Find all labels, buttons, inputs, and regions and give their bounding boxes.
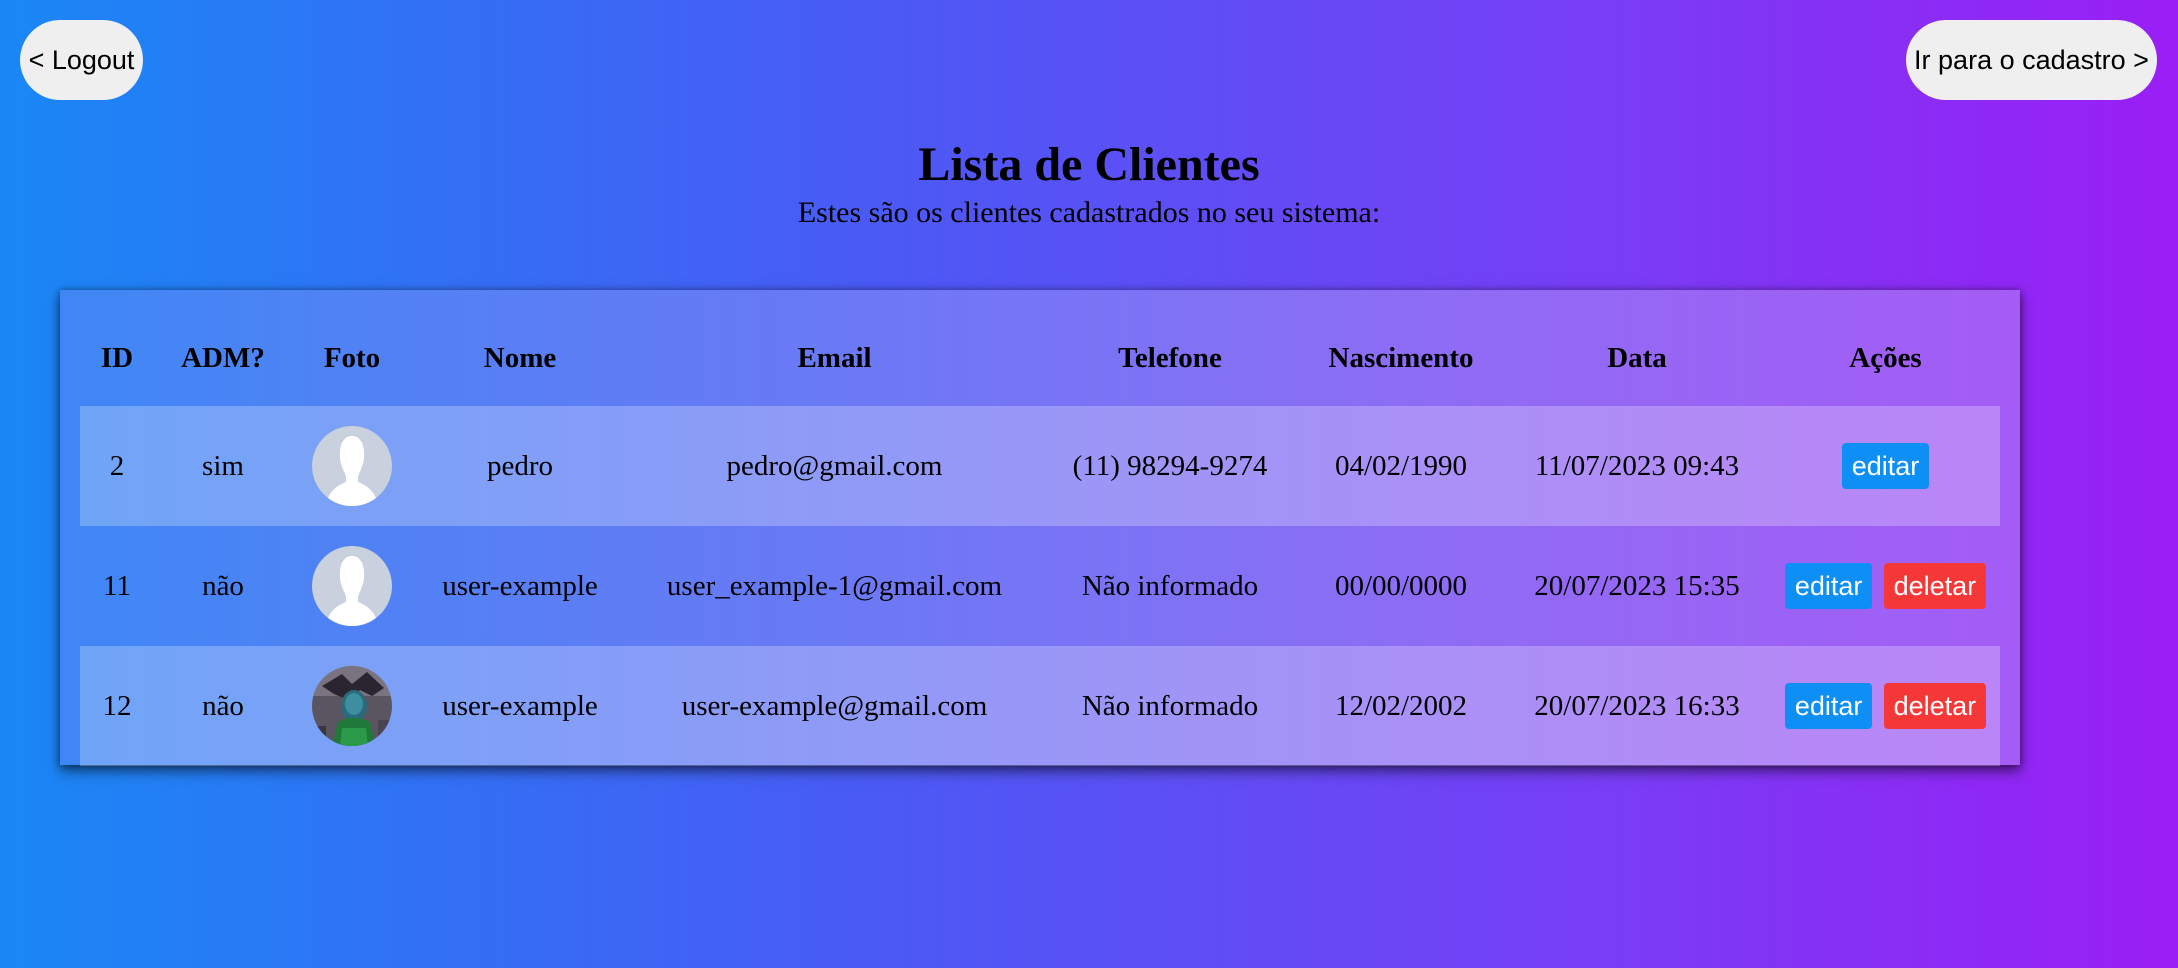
cell-foto bbox=[292, 526, 412, 646]
cell-telefone: Não informado bbox=[1041, 646, 1299, 766]
table-header-row: ID ADM? Foto Nome Email Telefone Nascime… bbox=[80, 310, 2000, 406]
cell-foto bbox=[292, 406, 412, 526]
header-adm: ADM? bbox=[181, 341, 265, 374]
header-data: Data bbox=[1607, 341, 1667, 374]
default-avatar-icon bbox=[312, 426, 392, 506]
cell-id: 11 bbox=[103, 569, 131, 602]
cell-id: 12 bbox=[80, 646, 154, 766]
cell-nome: user-example bbox=[442, 569, 598, 602]
clients-table-card: ID ADM? Foto Nome Email Telefone Nascime… bbox=[60, 290, 2020, 766]
user-photo-avatar bbox=[312, 666, 392, 746]
table-row: 12 não user-example user-example@gmail.c… bbox=[80, 646, 2000, 766]
table-row: 2 sim pedro pedro@gmail.com (11) 98294-9… bbox=[80, 406, 2000, 526]
cell-telefone: Não informado bbox=[1081, 569, 1259, 602]
header-nome: Nome bbox=[483, 341, 557, 374]
header-id: ID bbox=[100, 341, 134, 374]
header-email: Email bbox=[797, 341, 872, 374]
cell-data: 20/07/2023 16:33 bbox=[1503, 646, 1771, 766]
cell-telefone: (11) 98294-9274 bbox=[1041, 406, 1299, 526]
edit-button[interactable]: editar bbox=[1784, 683, 1873, 729]
cell-acoes: editar bbox=[1771, 406, 2000, 526]
cell-nascimento: 12/02/2002 bbox=[1299, 646, 1503, 766]
cell-nome: pedro bbox=[412, 406, 628, 526]
table-row: 11 não user-example user_example-1@gmail… bbox=[80, 526, 2000, 646]
cell-nome: user-example bbox=[412, 646, 628, 766]
header-nascimento: Nascimento bbox=[1328, 341, 1474, 374]
delete-button[interactable]: deletar bbox=[1883, 683, 1987, 729]
cell-email: pedro@gmail.com bbox=[628, 406, 1041, 526]
cell-adm: sim bbox=[154, 406, 292, 526]
delete-button[interactable]: deletar bbox=[1883, 563, 1987, 609]
cell-id: 2 bbox=[80, 406, 154, 526]
default-avatar-icon bbox=[312, 546, 392, 626]
cell-acoes: editar deletar bbox=[1771, 526, 2000, 646]
clients-table: ID ADM? Foto Nome Email Telefone Nascime… bbox=[80, 310, 2000, 766]
cell-email: user-example@gmail.com bbox=[628, 646, 1041, 766]
cell-adm: não bbox=[202, 569, 244, 602]
go-to-register-button[interactable]: Ir para o cadastro > bbox=[1906, 20, 2157, 100]
page-subtitle: Estes são os clientes cadastrados no seu… bbox=[797, 196, 1381, 229]
cell-nascimento: 04/02/1990 bbox=[1299, 406, 1503, 526]
cell-foto bbox=[292, 646, 412, 766]
edit-button[interactable]: editar bbox=[1841, 443, 1930, 489]
logout-button[interactable]: < Logout bbox=[20, 20, 143, 100]
cell-acoes: editar deletar bbox=[1771, 646, 2000, 766]
page-title: Lista de Clientes bbox=[918, 138, 1260, 191]
cell-data: 11/07/2023 09:43 bbox=[1503, 406, 1771, 526]
cell-data: 20/07/2023 15:35 bbox=[1534, 569, 1740, 602]
header-acoes: Ações bbox=[1849, 341, 1922, 374]
header-foto: Foto bbox=[323, 341, 381, 374]
cell-nascimento: 00/00/0000 bbox=[1334, 569, 1468, 602]
header-telefone: Telefone bbox=[1118, 341, 1222, 374]
cell-email: user_example-1@gmail.com bbox=[666, 569, 1003, 602]
edit-button[interactable]: editar bbox=[1784, 563, 1873, 609]
cell-adm: não bbox=[154, 646, 292, 766]
